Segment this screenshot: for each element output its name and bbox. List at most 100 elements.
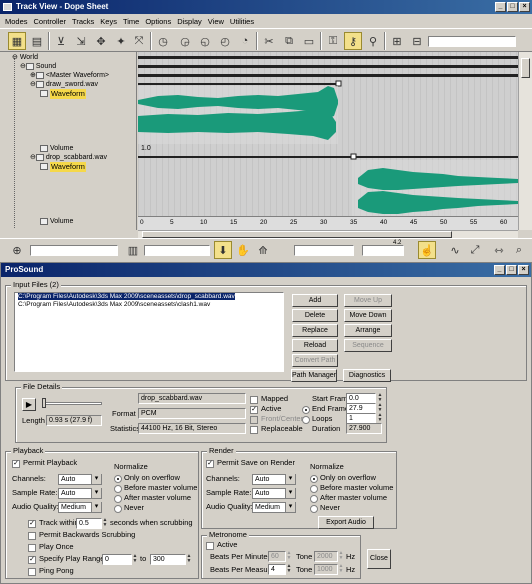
slide-keys-icon[interactable]: ✥ [92, 32, 110, 50]
render-normalize-radio[interactable] [310, 485, 318, 493]
active-checkbox[interactable]: ✓ [250, 406, 258, 414]
move-handles-icon[interactable]: ⟰ [254, 241, 272, 259]
select-time-icon[interactable]: ◷ [154, 32, 172, 50]
render-audio-quality-dropdown[interactable]: Medium [252, 502, 296, 513]
pan-keys-icon[interactable]: ✋ [234, 241, 252, 259]
maximize-button[interactable]: □ [507, 2, 518, 12]
menu-modes[interactable]: Modes [2, 16, 31, 28]
close-button[interactable]: × [519, 2, 530, 12]
menu-options[interactable]: Options [142, 16, 174, 28]
edit-ranges-icon[interactable]: ▤ [28, 32, 46, 50]
render-normalize-radio[interactable] [310, 495, 318, 503]
dope-sheet-track-area[interactable]: 1.0 [138, 52, 518, 230]
add-keys-icon[interactable]: ✦ [112, 32, 130, 50]
track-horizontal-scrollbar[interactable] [138, 230, 518, 238]
lock-keys-icon[interactable]: ⚲ [364, 32, 382, 50]
playback-normalize-radio[interactable] [114, 495, 122, 503]
input-files-list[interactable]: C:\Program Files\Autodesk\3ds Max 2009\s… [14, 292, 284, 372]
bpm-spinner[interactable]: ▲ ▼ [286, 551, 292, 562]
delete-button[interactable]: Delete [292, 309, 338, 322]
toolbar-name-field[interactable] [428, 36, 516, 47]
tone1-spinner[interactable]: ▲ ▼ [338, 551, 344, 562]
track-within-spinner[interactable]: ▲ ▼ [102, 518, 108, 529]
select-by-name-icon[interactable]: ▥ [124, 241, 142, 259]
menu-utilities[interactable]: Utilities [227, 16, 257, 28]
playback-sample-rate-dropdown[interactable]: Auto [58, 488, 102, 499]
zoom-selected-icon[interactable]: ⊕ [8, 241, 26, 259]
replaceable-checkbox[interactable] [250, 426, 258, 434]
permit-save-checkbox[interactable]: ✓ [206, 460, 214, 468]
input-file-item[interactable]: C:\Program Files\Autodesk\3ds Max 2009\s… [18, 293, 235, 300]
loops-radio[interactable] [302, 416, 310, 424]
bpm-field[interactable]: 60 [268, 551, 286, 562]
permit-playback-checkbox[interactable]: ✓ [12, 460, 20, 468]
zoom-region-icon[interactable]: ⤢ [466, 241, 484, 259]
status-field-2[interactable] [144, 245, 210, 256]
tone1-field[interactable]: 2000 [314, 551, 338, 562]
prosound-maximize-button[interactable]: □ [506, 265, 517, 275]
bpmeasure-spinner[interactable]: ▲ ▼ [286, 564, 292, 575]
zoom-horizontal-icon[interactable]: ⇿ [490, 241, 508, 259]
playback-channels-dropdown[interactable]: Auto [58, 474, 102, 485]
tone2-spinner[interactable]: ▲ ▼ [338, 564, 344, 575]
menu-view[interactable]: View [205, 16, 227, 28]
render-normalize-radio[interactable] [310, 475, 318, 483]
tree-world[interactable]: ⊖ World [12, 53, 38, 62]
path-manager-button[interactable]: Path Manager [291, 369, 337, 382]
render-sample-rate-dropdown[interactable]: Auto [252, 488, 296, 499]
end-frame-radio[interactable] [302, 406, 310, 414]
playback-audio-quality-dropdown[interactable]: Medium [58, 502, 102, 513]
track-vertical-scrollbar[interactable] [518, 52, 532, 230]
prosound-close-button[interactable]: × [518, 265, 529, 275]
lock-selection-icon[interactable]: ⚿ [324, 32, 342, 50]
menu-tracks[interactable]: Tracks [69, 16, 97, 28]
modify-child-keys-icon[interactable]: ⊟ [408, 32, 426, 50]
move-down-button[interactable]: Move Down [344, 309, 392, 322]
tree-master-waveform[interactable]: ⊕ <Master Waveform> [30, 71, 109, 80]
playback-slider-thumb[interactable] [42, 398, 46, 408]
render-channels-dropdown[interactable]: Auto [252, 474, 296, 485]
playback-slider[interactable] [42, 402, 102, 405]
range-from-field[interactable]: 0 [102, 554, 132, 565]
reload-button[interactable]: Reload [292, 339, 338, 352]
menu-controller[interactable]: Controller [31, 16, 70, 28]
sequence-button[interactable]: Sequence [344, 339, 392, 352]
tree-waveform-2[interactable]: Waveform [40, 162, 86, 172]
front-center-checkbox[interactable] [250, 416, 258, 424]
tree-waveform-1[interactable]: Waveform [40, 89, 86, 99]
insert-time-icon[interactable]: ◔ [236, 32, 254, 50]
minimize-button[interactable]: _ [495, 2, 506, 12]
curve-icon[interactable]: ∿ [446, 241, 464, 259]
playback-normalize-radio[interactable] [114, 505, 122, 513]
move-up-button[interactable]: Move Up [344, 294, 392, 307]
delete-time-icon[interactable]: ◶ [176, 32, 194, 50]
pan-icon[interactable]: ☝ [418, 241, 436, 259]
tree-volume-1[interactable]: Volume [40, 144, 73, 153]
reverse-time-icon[interactable]: ◵ [196, 32, 214, 50]
play-button[interactable]: ▶ [22, 398, 36, 411]
tree-sound[interactable]: ⊖ Sound [20, 62, 56, 71]
menu-display[interactable]: Display [174, 16, 205, 28]
bpmeasure-field[interactable]: 4 [268, 564, 286, 575]
tone2-field[interactable]: 1000 [314, 564, 338, 575]
tree-draw-sword[interactable]: ⊖ draw_sword.wav [30, 80, 98, 89]
filter-icon[interactable]: ⊻ [52, 32, 70, 50]
range-to-spinner[interactable]: ▲ ▼ [186, 554, 192, 565]
play-once-checkbox[interactable] [28, 544, 36, 552]
copy-time-icon[interactable]: ⧉ [280, 32, 298, 50]
zoom-icon[interactable]: ⌕ [510, 241, 528, 259]
menu-time[interactable]: Time [120, 16, 142, 28]
move-keys-icon[interactable]: ⇲ [72, 32, 90, 50]
status-field-1[interactable] [30, 245, 118, 256]
convert-path-button[interactable]: Convert Path [292, 354, 338, 367]
add-button[interactable]: Add [292, 294, 338, 307]
keyframe-icon[interactable]: ⬇ [214, 241, 232, 259]
modify-subtree-icon[interactable]: ⊞ [388, 32, 406, 50]
status-frame-field[interactable] [294, 245, 354, 256]
close-dialog-button[interactable]: Close [367, 549, 391, 569]
time-ruler[interactable]: 0 5 10 15 20 25 30 35 40 45 50 55 60 [138, 216, 518, 230]
track-within-field[interactable]: 0.5 [76, 518, 102, 529]
replace-button[interactable]: Replace [292, 324, 338, 337]
cut-time-icon[interactable]: ✂ [260, 32, 278, 50]
playback-normalize-radio[interactable] [114, 485, 122, 493]
